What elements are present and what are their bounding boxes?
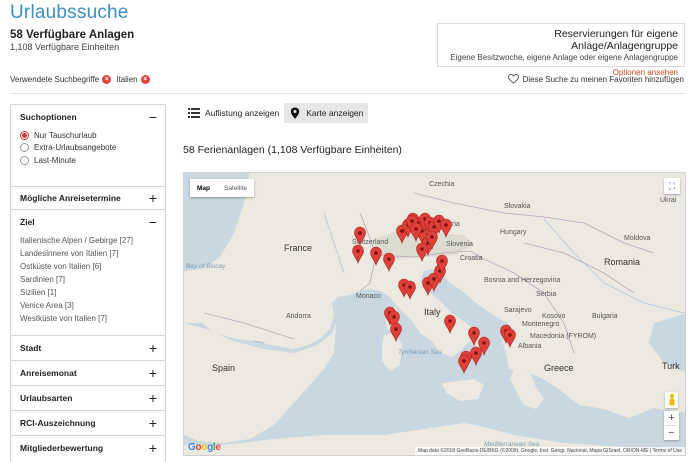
zoom-out-button[interactable]: − (664, 426, 679, 440)
destination-section: Ziel − Italienische Alpen / Gebirge [27]… (11, 210, 165, 336)
resort-markers (352, 212, 516, 375)
search-term-chip: Italien × (116, 75, 150, 84)
clear-all-terms-icon[interactable]: × (102, 75, 112, 84)
city-header[interactable]: Stadt + (11, 336, 165, 360)
destination-item[interactable]: Sizilien [1] (11, 286, 165, 299)
resort-marker[interactable] (404, 280, 416, 301)
filter-sidebar: Suchoptionen − Nur Tauschurlaub Extra-Ur… (10, 104, 166, 462)
radio-last-minute[interactable]: Last-Minute (11, 154, 165, 167)
resort-marker[interactable] (468, 326, 480, 347)
city-section: Stadt + (11, 336, 165, 361)
map-view-label: Karte anzeigen (306, 108, 364, 118)
arrival-dates-section: Mögliche Anreisetermine + (11, 187, 165, 210)
destination-item[interactable]: Sardinien [7] (11, 273, 165, 286)
arrival-month-section: Anreisemonat + (11, 361, 165, 386)
destination-item[interactable]: Landesinnere von Italien [7] (11, 247, 165, 260)
map-pin-icon (291, 107, 300, 119)
arrival-month-header[interactable]: Anreisemonat + (11, 361, 165, 385)
list-icon (188, 108, 200, 118)
radio-checked-icon[interactable] (20, 130, 29, 140)
destination-header[interactable]: Ziel − (11, 210, 165, 234)
destination-item[interactable]: Venice Area [3] (11, 299, 165, 312)
resort-marker[interactable] (470, 346, 482, 367)
expand-icon[interactable]: + (149, 191, 157, 205)
map-attribution[interactable]: Map data ©2018 GeoBasis-DE/BKG (©2009), … (415, 447, 685, 455)
add-to-favorites-link[interactable]: Diese Suche zu meinen Favoriten hinzufüg… (507, 74, 684, 84)
collapse-icon[interactable]: − (149, 110, 157, 124)
resort-marker[interactable] (390, 322, 402, 343)
search-options-title: Suchoptionen (20, 112, 77, 122)
expand-icon[interactable]: + (149, 366, 157, 380)
arrival-dates-header[interactable]: Mögliche Anreisetermine + (11, 187, 165, 209)
promo-title: Reservierungen für eigene Anlage/Anlagen… (554, 28, 678, 52)
result-count: 58 Verfügbare Anlagen (10, 29, 135, 41)
expand-icon[interactable]: + (149, 391, 157, 405)
resort-marker[interactable] (444, 314, 456, 335)
radio-label: Last-Minute (34, 155, 76, 165)
expand-icon[interactable]: + (149, 341, 157, 355)
promo-subtitle: Eigene Besitzwoche, eigene Anlage oder e… (450, 53, 678, 62)
member-rating-title: Mitgliederbewertung (20, 443, 104, 453)
unit-count: 1,108 Verfügbare Einheiten (10, 42, 120, 52)
map-type-satellite-button[interactable]: Satellite (217, 179, 254, 197)
expand-icon[interactable]: + (149, 441, 157, 455)
destination-item[interactable]: Ostküste von Italien [6] (11, 260, 165, 273)
header-divider (10, 93, 686, 94)
destination-item[interactable]: Italienische Alpen / Gebirge [27] (11, 234, 165, 247)
destination-title: Ziel (20, 217, 35, 227)
view-toggle: Auflistung anzeigen Karte anzeigen (183, 103, 369, 123)
resort-marker[interactable] (504, 328, 516, 349)
street-view-icon[interactable] (665, 392, 678, 408)
google-logo: Google (188, 442, 221, 453)
zoom-in-button[interactable]: + (664, 411, 679, 425)
destination-item[interactable]: Westküste von Italien [7] (11, 312, 165, 325)
rci-award-title: RCI-Auszeichnung (20, 418, 96, 428)
map-results-title: 58 Ferienanlagen (1,108 Verfügbare Einhe… (183, 144, 402, 156)
page-title: Urlaubssuche (10, 2, 129, 23)
collapse-icon[interactable]: − (149, 215, 157, 229)
resort-marker[interactable] (440, 218, 452, 239)
radio-label: Nur Tauschurlaub (34, 130, 97, 140)
search-terms-label: Verwendete Suchbegriffe (10, 75, 100, 84)
list-view-button[interactable]: Auflistung anzeigen (183, 103, 284, 123)
own-resort-promo: Reservierungen für eigene Anlage/Anlagen… (437, 23, 685, 77)
radio-exchange-only[interactable]: Nur Tauschurlaub (11, 129, 165, 142)
resort-marker[interactable] (458, 354, 470, 375)
search-options-section: Suchoptionen − Nur Tauschurlaub Extra-Ur… (11, 105, 165, 187)
member-rating-section: Mitgliederbewertung + (11, 436, 165, 460)
resort-marker[interactable] (383, 252, 395, 273)
resort-marker[interactable] (354, 226, 366, 247)
map-type-map-button[interactable]: Map (190, 179, 217, 197)
fullscreen-icon[interactable]: ⛶ (664, 178, 680, 194)
radio-unchecked-icon[interactable] (20, 143, 29, 153)
search-terms-bar: Verwendete Suchbegriffe × Italien × (10, 75, 150, 84)
remove-term-icon[interactable]: × (140, 75, 150, 84)
resort-marker[interactable] (370, 246, 382, 267)
resort-marker[interactable] (352, 244, 364, 265)
radio-extra-offers[interactable]: Extra-Urlaubsangebote (11, 142, 165, 155)
vacation-types-header[interactable]: Urlaubsarten + (11, 386, 165, 410)
city-title: Stadt (20, 343, 42, 353)
search-term-label: Italien (116, 75, 138, 84)
arrival-month-title: Anreisemonat (20, 368, 77, 378)
arrival-dates-title: Mögliche Anreisetermine (20, 193, 121, 203)
favorites-label: Diese Suche zu meinen Favoriten hinzufüg… (522, 74, 684, 84)
vacation-types-section: Urlaubsarten + (11, 386, 165, 411)
zoom-control: + − (664, 411, 679, 440)
radio-label: Extra-Urlaubsangebote (34, 143, 117, 153)
map-type-control: Map Satellite (190, 179, 255, 197)
resort-map[interactable]: Czechia Slovakia Ukrai Austria Hungary M… (183, 172, 686, 456)
heart-icon (507, 74, 519, 84)
rci-award-section: RCI-Auszeichnung + (11, 411, 165, 436)
vacation-types-title: Urlaubsarten (20, 393, 73, 403)
map-view-button[interactable]: Karte anzeigen (284, 103, 369, 123)
list-view-label: Auflistung anzeigen (205, 108, 280, 118)
radio-unchecked-icon[interactable] (20, 155, 29, 165)
member-rating-header[interactable]: Mitgliederbewertung + (11, 436, 165, 460)
rci-award-header[interactable]: RCI-Auszeichnung + (11, 411, 165, 435)
search-options-header[interactable]: Suchoptionen − (11, 105, 165, 129)
resort-marker[interactable] (416, 242, 428, 263)
expand-icon[interactable]: + (149, 416, 157, 430)
